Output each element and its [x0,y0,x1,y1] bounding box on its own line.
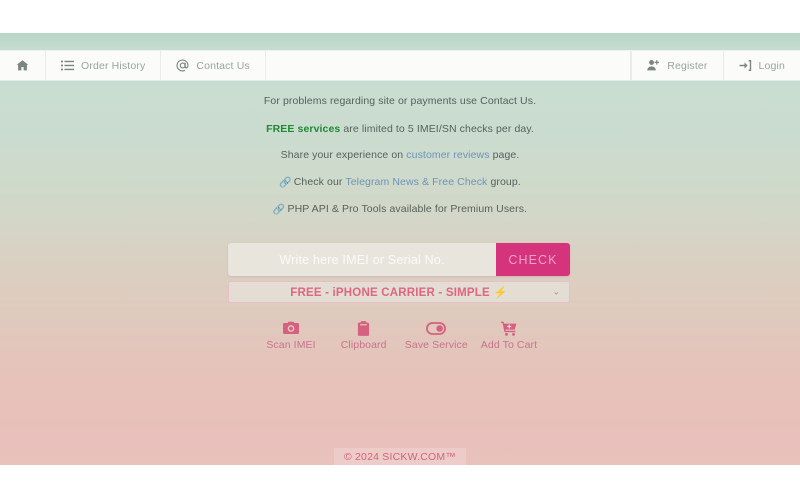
clipboard-button[interactable]: Clipboard [328,320,400,351]
info-message-block: For problems regarding site or payments … [0,96,800,231]
list-icon [61,59,74,72]
telegram-post-text: group. [487,175,521,188]
check-button[interactable]: CHECK [496,243,570,276]
service-select-value: FREE - iPHONE CARRIER - SIMPLE [290,286,490,299]
service-select[interactable]: FREE - iPHONE CARRIER - SIMPLE ⚡ ⌄ [228,281,570,303]
sign-in-icon [739,59,752,72]
nav-order-history-label: Order History [81,59,146,72]
nav-login-label: Login [758,59,785,72]
free-services-rest: are limited to 5 IMEI/SN checks per day. [340,122,534,135]
service-select-label: FREE - iPHONE CARRIER - SIMPLE ⚡ [290,286,508,299]
reviews-post-text: page. [489,149,520,161]
footer-copyright: © 2024 SICKW.COM™ [343,450,457,463]
info-line-reviews: Share your experience on customer review… [0,150,800,161]
telegram-news-link[interactable]: Telegram News & Free Check [345,176,487,188]
info-line-contact: For problems regarding site or payments … [263,95,537,107]
link-chain-icon: 🔗 [279,177,292,188]
main-navbar: Order History Contact Us Register Login [0,50,800,81]
at-sign-icon [176,59,189,72]
clipboard-icon [357,320,370,336]
home-icon [16,59,29,72]
cart-plus-icon [501,320,517,336]
footer: © 2024 SICKW.COM™ [334,448,466,465]
add-to-cart-label: Add To Cart [480,339,538,351]
navbar-right-group: Register Login [631,51,800,80]
free-services-label: FREE services [266,122,341,135]
nav-register-label: Register [667,59,708,72]
scan-imei-button[interactable]: Scan IMEI [255,320,327,351]
add-to-cart-button[interactable]: Add To Cart [473,320,545,351]
page-root: Order History Contact Us Register Login … [0,0,800,500]
camera-icon [283,320,299,336]
nav-register[interactable]: Register [631,51,722,80]
telegram-pre-text: Check our [293,175,346,188]
reviews-pre-text: Share your experience on [280,149,407,161]
chevron-down-icon: ⌄ [552,286,560,297]
link-chain-icon-2: 🔗 [272,204,286,215]
toggle-icon [426,320,447,336]
scan-imei-label: Scan IMEI [266,339,316,351]
lightning-bolt-icon: ⚡ [493,286,508,299]
info-line-free-limit: FREE services are limited to 5 IMEI/SN c… [0,122,800,135]
action-button-row: Scan IMEI Clipboard Save Service Add To … [255,320,545,351]
nav-contact-us[interactable]: Contact Us [161,51,266,80]
php-api-text: PHP API & Pro Tools available for Premiu… [287,202,528,215]
search-input[interactable] [228,243,496,276]
user-plus-icon [647,59,660,72]
nav-contact-us-label: Contact Us [196,59,250,72]
nav-login[interactable]: Login [722,51,800,80]
top-white-strip [0,0,800,33]
info-line-php-api: 🔗 PHP API & Pro Tools available for Premi… [0,202,800,215]
save-service-label: Save Service [404,339,468,351]
customer-reviews-link[interactable]: customer reviews [406,149,489,161]
imei-search-row: CHECK [228,243,570,276]
save-service-button[interactable]: Save Service [400,320,472,351]
info-line-telegram: 🔗 Check our Telegram News & Free Check gr… [0,175,800,188]
navbar-spacer [266,51,632,80]
navbar-left-group: Order History Contact Us [0,51,266,80]
clipboard-label: Clipboard [340,339,387,351]
nav-order-history[interactable]: Order History [46,51,162,80]
nav-home[interactable] [0,51,46,80]
